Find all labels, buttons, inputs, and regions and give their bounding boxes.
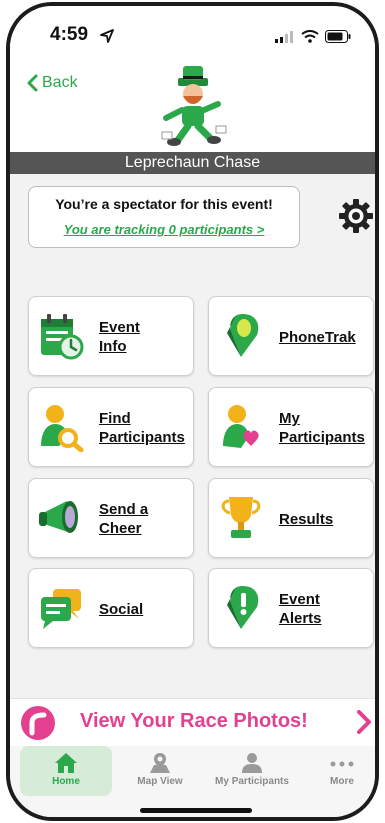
home-indicator <box>140 808 252 813</box>
megaphone-icon <box>39 501 78 533</box>
status-time: 4:59 <box>50 24 89 45</box>
tab-label: Home <box>52 776 80 787</box>
my-participants-icon <box>223 405 259 448</box>
tile-label: Event Info <box>99 319 140 355</box>
chevron-left-icon <box>27 74 38 92</box>
spectator-message: You’re a spectator for this event! <box>55 196 273 212</box>
location-arrow-icon <box>100 29 114 43</box>
tab-label: My Participants <box>215 776 289 787</box>
home-icon <box>55 753 77 773</box>
gear-icon[interactable] <box>338 198 374 234</box>
back-label: Back <box>42 74 78 91</box>
tile-label: My Participants <box>279 410 365 446</box>
tracking-participants-link[interactable]: You are tracking 0 participants > <box>64 222 265 237</box>
tile-event-info[interactable]: Event Info <box>28 296 194 376</box>
find-participant-icon <box>41 405 84 452</box>
leprechaun-mascot-logo <box>161 66 227 146</box>
status-bar: 4:59 <box>10 6 375 62</box>
tile-label: Social <box>99 600 144 618</box>
race-photos-banner[interactable]: View Your Race Photos! <box>10 698 375 746</box>
back-button[interactable]: Back <box>26 74 78 92</box>
tab-home[interactable]: Home <box>20 746 112 796</box>
tile-event-alerts[interactable]: Event Alerts <box>208 568 374 648</box>
tile-label: Event Alerts <box>279 591 322 627</box>
spectator-card: You’re a spectator for this event! You a… <box>28 186 300 248</box>
more-dots-icon <box>330 761 354 767</box>
race-photos-text: View Your Race Photos! <box>80 710 308 732</box>
tab-label: Map View <box>137 776 183 787</box>
cellular-signal-icon <box>275 30 293 43</box>
trophy-icon <box>221 497 261 538</box>
phone-frame: 4:59 Back Leprechaun Chase You’re a spec… <box>6 2 379 821</box>
tile-label: PhoneTrak <box>279 328 356 346</box>
tile-label: Send a Cheer <box>99 501 149 537</box>
wifi-icon <box>301 30 319 43</box>
tab-map-view[interactable]: Map View <box>114 746 206 796</box>
calendar-clock-icon <box>41 314 84 360</box>
event-name-bar: Leprechaun Chase <box>10 152 375 174</box>
status-icons <box>275 30 351 43</box>
chevron-right-icon <box>357 710 371 734</box>
race-photos-logo-icon <box>21 706 55 740</box>
tab-bar: Home Map View My Participants More <box>10 746 375 817</box>
map-pin-icon <box>150 753 170 773</box>
tab-more[interactable]: More <box>296 746 375 796</box>
tile-send-a-cheer[interactable]: Send a Cheer <box>28 478 194 558</box>
person-icon <box>242 753 262 773</box>
app-header: Back <box>10 62 375 152</box>
chat-bubbles-icon <box>41 589 81 629</box>
tile-phonetrak[interactable]: PhoneTrak <box>208 296 374 376</box>
battery-icon <box>325 30 351 43</box>
tile-find-participants[interactable]: Find Participants <box>28 387 194 467</box>
app-screen: 4:59 Back Leprechaun Chase You’re a spec… <box>10 6 375 817</box>
tab-my-participants[interactable]: My Participants <box>206 746 298 796</box>
phonetrak-pin-icon <box>227 314 259 357</box>
alert-pin-icon <box>227 586 259 629</box>
tile-label: Results <box>279 510 334 528</box>
tile-my-participants[interactable]: My Participants <box>208 387 374 467</box>
tile-results[interactable]: Results <box>208 478 374 558</box>
tab-label: More <box>330 776 354 787</box>
tile-label: Find Participants <box>99 410 185 446</box>
tile-social[interactable]: Social <box>28 568 194 648</box>
